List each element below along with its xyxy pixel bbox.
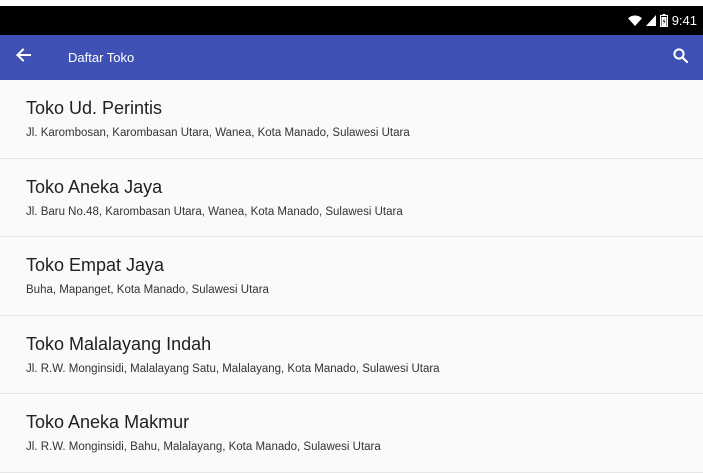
arrow-back-icon (15, 47, 31, 68)
store-list: Toko Ud. Perintis Jl. Karombosan, Karomb… (0, 80, 703, 473)
store-list-item[interactable]: Toko Aneka Jaya Jl. Baru No.48, Karombas… (0, 159, 703, 237)
status-time: 9:41 (671, 13, 697, 28)
cell-signal-icon (645, 15, 656, 26)
store-list-item[interactable]: Toko Malalayang Indah Jl. R.W. Monginsid… (0, 316, 703, 394)
store-address: Jl. R.W. Monginsidi, Malalayang Satu, Ma… (26, 362, 440, 375)
wifi-icon (627, 15, 642, 26)
store-address: Jl. Karombosan, Karombasan Utara, Wanea,… (26, 127, 410, 139)
status-bar: 9:41 (0, 6, 703, 35)
store-address: Buha, Mapanget, Kota Manado, Sulawesi Ut… (26, 284, 269, 296)
search-button[interactable] (667, 45, 693, 71)
store-list-item[interactable]: Toko Empat Jaya Buha, Mapanget, Kota Man… (0, 237, 703, 316)
back-button[interactable] (0, 35, 46, 80)
battery-icon (659, 14, 668, 27)
store-name: Toko Ud. Perintis (26, 98, 163, 118)
status-icons: 9:41 (627, 13, 697, 28)
store-address: Jl. Baru No.48, Karombasan Utara, Wanea,… (26, 205, 403, 218)
store-name: Toko Aneka Makmur (26, 412, 190, 432)
app-bar: Daftar Toko (0, 35, 703, 80)
search-icon (672, 48, 688, 68)
store-list-item[interactable]: Toko Ud. Perintis Jl. Karombosan, Karomb… (0, 80, 703, 159)
page-title: Daftar Toko (68, 50, 135, 65)
store-name: Toko Empat Jaya (26, 255, 165, 275)
store-name: Toko Malalayang Indah (26, 333, 212, 354)
store-address: Jl. R.W. Monginsidi, Bahu, Malalayang, K… (26, 441, 381, 453)
store-name: Toko Aneka Jaya (26, 176, 163, 197)
